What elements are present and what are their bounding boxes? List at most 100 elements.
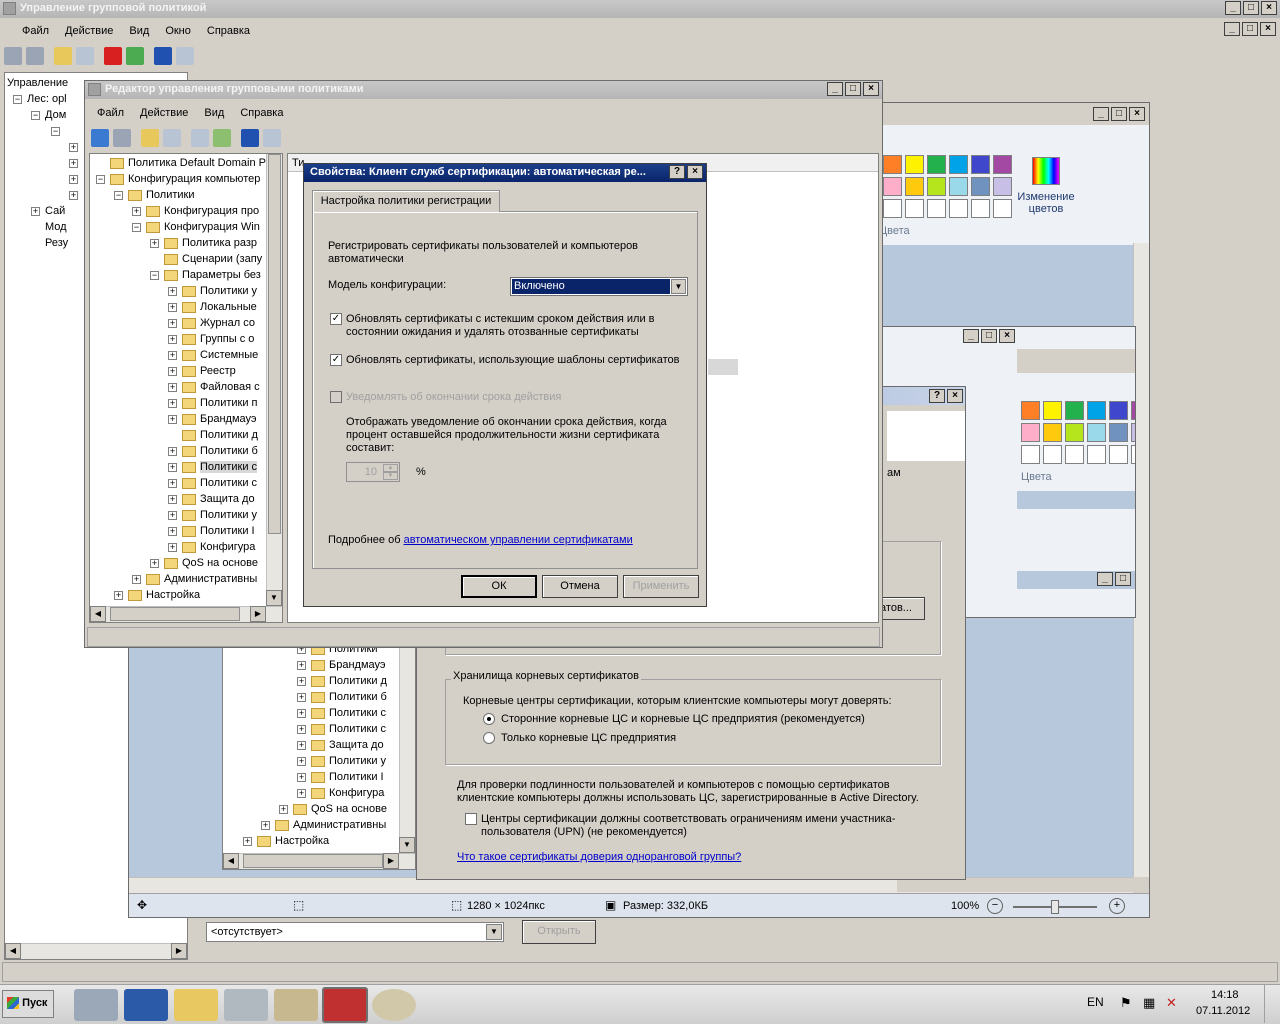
expand-icon[interactable]: + <box>168 302 177 312</box>
start-button[interactable]: Пуск <box>2 990 54 1018</box>
tree-item[interactable]: + Файловая с <box>92 379 282 395</box>
color-swatch[interactable] <box>1131 423 1135 442</box>
tree-item[interactable]: + Административны <box>92 571 282 587</box>
expand-icon[interactable]: + <box>168 414 177 424</box>
tree-item[interactable]: + Политики у <box>225 753 415 769</box>
expand-icon[interactable]: + <box>297 740 306 750</box>
update-templates-checkbox[interactable]: ✓ <box>330 354 342 366</box>
paint3-minimize-button[interactable]: _ <box>1097 572 1113 586</box>
bg-dialog-close-button[interactable]: × <box>947 389 963 403</box>
tree-item[interactable]: + QoS на основе <box>225 801 415 817</box>
renew-expired-label[interactable]: Обновлять сертификаты с истекшим сроком … <box>346 313 666 339</box>
expand-icon[interactable]: + <box>261 820 270 830</box>
expand-icon[interactable]: + <box>168 510 177 520</box>
expand-icon[interactable]: + <box>168 286 177 296</box>
editor-minimize-button[interactable]: _ <box>827 82 843 96</box>
expand-icon[interactable]: + <box>150 238 159 248</box>
tree-item[interactable]: + Политики д <box>225 673 415 689</box>
color-swatch[interactable] <box>1087 423 1106 442</box>
show-tree-icon[interactable] <box>76 47 94 65</box>
close-button[interactable]: × <box>1261 1 1277 15</box>
tree-item[interactable]: + Политики с <box>225 705 415 721</box>
properties-icon[interactable] <box>263 129 281 147</box>
expand-icon[interactable]: + <box>243 836 252 846</box>
tree-item[interactable]: Сценарии (запу <box>92 251 282 267</box>
taskbar-toolbox-icon[interactable] <box>322 987 368 1023</box>
tree-item[interactable]: − Конфигурация компьютер <box>92 171 282 187</box>
expand-icon[interactable]: + <box>168 494 177 504</box>
color-swatch[interactable] <box>1043 445 1062 464</box>
tree-item[interactable]: + Административны <box>225 817 415 833</box>
color-swatch[interactable] <box>1087 401 1106 420</box>
up-folder-icon[interactable] <box>54 47 72 65</box>
menu-view[interactable]: Вид <box>121 22 157 40</box>
menu-file[interactable]: Файл <box>14 22 57 40</box>
auto-cert-management-link[interactable]: автоматическом управлении сертификатами <box>404 534 633 546</box>
list-row-selected[interactable] <box>708 359 738 375</box>
tree-item[interactable]: + Журнал со <box>92 315 282 331</box>
color-swatch[interactable] <box>905 177 924 196</box>
update-templates-label[interactable]: Обновлять сертификаты, использующие шабл… <box>346 354 680 366</box>
collapse-icon[interactable]: − <box>132 222 141 232</box>
tree-item[interactable]: + Защита до <box>92 491 282 507</box>
color-swatch[interactable] <box>927 199 946 218</box>
color-swatch[interactable] <box>1131 445 1135 464</box>
up-folder-icon[interactable] <box>141 129 159 147</box>
expand-icon[interactable]: + <box>297 660 306 670</box>
paint2-maximize-button[interactable]: □ <box>981 329 997 343</box>
tree-item[interactable]: + Политики б <box>92 443 282 459</box>
cancel-button[interactable]: Отмена <box>542 575 618 598</box>
tree-item[interactable]: + Группы с о <box>92 331 282 347</box>
expand-icon[interactable]: + <box>279 804 288 814</box>
ok-button[interactable]: ОК <box>461 575 537 598</box>
color-swatch[interactable] <box>993 199 1012 218</box>
color-swatch[interactable] <box>905 155 924 174</box>
collapse-icon[interactable]: − <box>96 174 105 184</box>
expand-icon[interactable]: + <box>168 526 177 536</box>
tree-item[interactable]: + Брандмауэ <box>225 657 415 673</box>
tree-item[interactable]: + Брандмауэ <box>92 411 282 427</box>
tree-item[interactable]: + Политики I <box>225 769 415 785</box>
bg-dialog-help-button[interactable]: ? <box>929 389 945 403</box>
expand-icon[interactable]: + <box>168 462 177 472</box>
zoom-in-icon[interactable]: + <box>1109 898 1125 914</box>
taskbar-powershell-icon[interactable] <box>124 989 168 1021</box>
forward-arrow-icon[interactable] <box>113 129 131 147</box>
flag-icon[interactable]: ⚑ <box>1120 995 1132 1011</box>
expand-icon[interactable]: + <box>168 318 177 328</box>
taskbar-paint-icon[interactable] <box>372 989 416 1021</box>
editor-menu-file[interactable]: Файл <box>89 104 132 122</box>
taskbar-gpmc-icon[interactable] <box>274 989 318 1021</box>
mdi-minimize-button[interactable]: _ <box>1224 22 1240 36</box>
menu-action[interactable]: Действие <box>57 22 121 40</box>
color-swatch[interactable] <box>993 155 1012 174</box>
color-swatch[interactable] <box>1021 401 1040 420</box>
change-colors-icon[interactable] <box>1032 157 1060 185</box>
spin-down-icon[interactable]: ▼ <box>383 472 398 480</box>
tree-item[interactable]: + Настройка <box>225 833 415 849</box>
percent-spinner[interactable]: 10 ▲ ▼ <box>346 462 400 482</box>
help-icon[interactable] <box>154 47 172 65</box>
export-icon[interactable] <box>213 129 231 147</box>
color-swatch[interactable] <box>1021 445 1040 464</box>
tree-item[interactable]: + Политики с <box>225 721 415 737</box>
color-swatch[interactable] <box>1043 401 1062 420</box>
upn-constraint-label[interactable]: Центры сертификации должны соответствова… <box>481 813 901 839</box>
editor-tree-vscroll[interactable]: ▼ <box>266 154 282 606</box>
tree-item[interactable]: Политика Default Domain Polic <box>92 155 282 171</box>
tree-item[interactable]: − Параметры без <box>92 267 282 283</box>
open-button[interactable]: Открыть <box>522 920 596 944</box>
show-tree-icon[interactable] <box>163 129 181 147</box>
tree-item[interactable]: + Политики I <box>92 523 282 539</box>
color-swatch[interactable] <box>1109 423 1128 442</box>
color-swatch[interactable] <box>927 155 946 174</box>
volume-muted-icon[interactable]: ✕ <box>1166 995 1177 1011</box>
color-swatch[interactable] <box>971 155 990 174</box>
mdi-close-button[interactable]: × <box>1260 22 1276 36</box>
third-party-ca-radio[interactable] <box>483 713 495 725</box>
tree-item[interactable]: + Политики с <box>92 475 282 491</box>
color-swatch[interactable] <box>1065 445 1084 464</box>
collapse-icon[interactable]: − <box>150 270 159 280</box>
color-swatch[interactable] <box>1109 401 1128 420</box>
apply-button[interactable]: Применить <box>623 575 699 598</box>
